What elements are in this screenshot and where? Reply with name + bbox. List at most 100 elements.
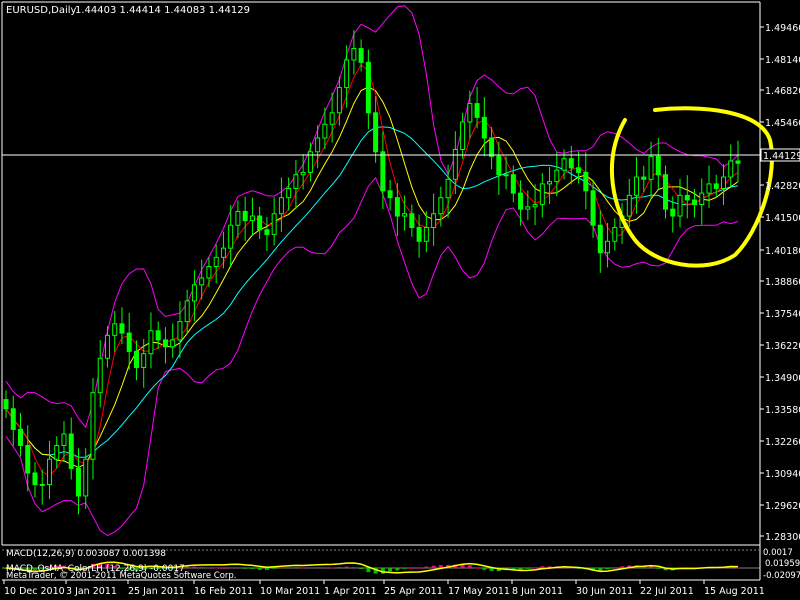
price-tick: 1.45460	[760, 118, 800, 129]
osma-bar	[330, 567, 335, 569]
osma-bar	[243, 568, 248, 569]
price-tick: 1.46820	[760, 86, 800, 97]
ohlc-values: 1.44403 1.44414 1.44083 1.44129	[75, 5, 250, 16]
osma-bar	[221, 567, 226, 569]
svg-text:25 Apr 2011: 25 Apr 2011	[384, 586, 443, 597]
svg-text:1.45460: 1.45460	[765, 118, 800, 129]
osma-bar	[475, 567, 480, 569]
svg-text:1.36220: 1.36220	[765, 341, 800, 352]
svg-text:1.28300: 1.28300	[765, 532, 800, 543]
current-price-label: 1.44129	[763, 151, 800, 162]
osma-bar	[649, 566, 654, 568]
chart-window[interactable]: EURUSD,Daily 1.44403 1.44414 1.44083 1.4…	[0, 0, 800, 600]
svg-text:1.30940: 1.30940	[765, 469, 800, 480]
price-tick: 1.49460	[760, 23, 800, 34]
price-tick: 1.36220	[760, 341, 800, 352]
svg-text:10 Mar 2011: 10 Mar 2011	[260, 586, 320, 597]
osma-bar	[214, 567, 219, 569]
price-tick: 1.42820	[760, 181, 800, 192]
osma-bar	[192, 566, 197, 568]
osma-bar	[235, 567, 240, 569]
price-tick: 1.37540	[760, 309, 800, 320]
osma-bar	[185, 566, 190, 568]
osma-bar	[337, 567, 342, 568]
svg-text:8 Jun 2011: 8 Jun 2011	[512, 586, 563, 597]
osma-bar	[620, 566, 625, 568]
osma-bar	[308, 567, 313, 569]
osma-bar	[228, 567, 233, 569]
macd-label: MACD(12,26,9) 0.003087 0.001398	[6, 549, 166, 559]
indicator-axis-bottom: -0.02097	[763, 571, 800, 581]
price-tick: 1.30940	[760, 469, 800, 480]
osma-bar	[656, 568, 661, 569]
svg-text:1.38860: 1.38860	[765, 277, 800, 288]
price-tick: 1.34900	[760, 373, 800, 384]
svg-text:1.48140: 1.48140	[765, 55, 800, 66]
osma-bar	[525, 568, 530, 569]
copyright-text: MetaTrader, © 2001-2011 MetaQuotes Softw…	[6, 571, 236, 581]
osma-bar	[605, 568, 610, 570]
osma-bar	[736, 567, 740, 569]
osma-bar	[257, 568, 262, 570]
osma-bar	[518, 568, 523, 570]
svg-text:25 Jan 2011: 25 Jan 2011	[128, 586, 185, 597]
price-tick: 1.28300	[760, 532, 800, 543]
svg-text:3 Jan 2011: 3 Jan 2011	[66, 586, 117, 597]
osma-bar	[264, 568, 269, 570]
osma-bar	[351, 567, 356, 568]
osma-bar	[431, 565, 436, 568]
price-tick: 1.32260	[760, 437, 800, 448]
osma-bar	[533, 567, 538, 569]
osma-bar	[322, 567, 327, 569]
osma-bar	[359, 568, 364, 569]
svg-text:1.32260: 1.32260	[765, 437, 800, 448]
svg-text:1.40180: 1.40180	[765, 246, 800, 257]
osma-bar	[424, 566, 429, 568]
svg-text:15 Aug 2011: 15 Aug 2011	[704, 586, 765, 597]
svg-text:30 Jun 2011: 30 Jun 2011	[576, 586, 633, 597]
svg-text:1.46820: 1.46820	[765, 86, 800, 97]
osma-bar	[540, 566, 545, 568]
price-tick: 1.29620	[760, 501, 800, 512]
osma-bar	[612, 567, 617, 569]
svg-text:1.41500: 1.41500	[765, 213, 800, 224]
osma-bar	[482, 568, 487, 570]
chart-background	[0, 0, 800, 600]
osma-bar	[417, 567, 422, 569]
osma-bar	[279, 567, 284, 569]
price-tick: 1.40180	[760, 246, 800, 257]
svg-text:1.37540: 1.37540	[765, 309, 800, 320]
osma-bar	[301, 567, 306, 569]
osma-bar	[402, 568, 407, 569]
osma-bar	[315, 567, 320, 569]
osma-bar	[409, 567, 414, 569]
osma-bar	[293, 567, 298, 568]
price-tick: 1.48140	[760, 55, 800, 66]
osma-bar	[250, 568, 255, 569]
indicator-axis-top: 0.01959	[765, 559, 800, 569]
symbol-label: EURUSD,Daily	[6, 5, 77, 16]
svg-text:22 Jul 2011: 22 Jul 2011	[640, 586, 694, 597]
price-tick: 1.41500	[760, 213, 800, 224]
osma-bar	[395, 568, 400, 571]
osma-bar	[286, 567, 291, 569]
osma-bar	[366, 568, 371, 573]
svg-text:17 May 2011: 17 May 2011	[448, 586, 510, 597]
svg-text:16 Feb 2011: 16 Feb 2011	[194, 586, 253, 597]
svg-text:1.33580: 1.33580	[765, 405, 800, 416]
osma-bar	[467, 565, 472, 568]
price-tick: 1.38860	[760, 277, 800, 288]
svg-text:1.42820: 1.42820	[765, 181, 800, 192]
osma-bar	[344, 566, 349, 568]
price-tick: 1.33580	[760, 405, 800, 416]
osma-bar	[272, 568, 277, 569]
svg-text:1.49460: 1.49460	[765, 23, 800, 34]
osma-bar	[199, 567, 204, 568]
svg-text:10 Dec 2010: 10 Dec 2010	[4, 586, 65, 597]
svg-text:1.29620: 1.29620	[765, 501, 800, 512]
osma-bar	[206, 567, 211, 569]
osma-bar	[388, 568, 393, 572]
indicator-axis-extra: 0.0017	[763, 548, 793, 558]
svg-text:1 Apr 2011: 1 Apr 2011	[324, 586, 377, 597]
svg-text:1.34900: 1.34900	[765, 373, 800, 384]
